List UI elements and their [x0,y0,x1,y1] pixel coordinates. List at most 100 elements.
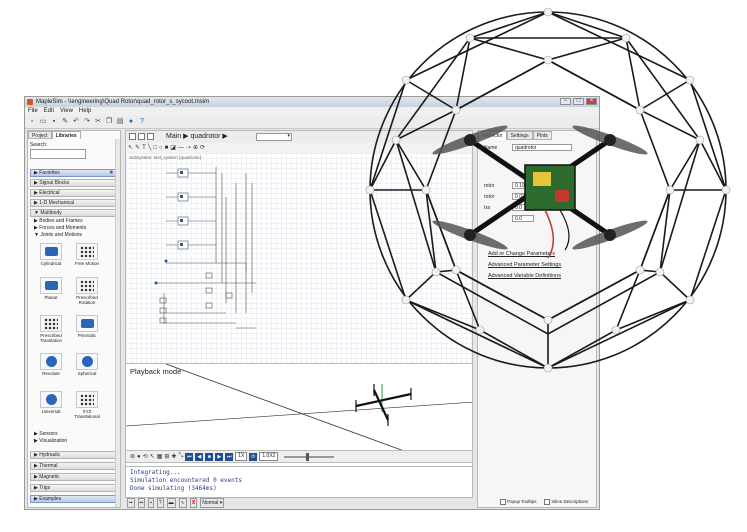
param-field[interactable]: 0.02 [512,193,534,200]
library-scrollbar[interactable] [115,139,120,507]
frame-icon[interactable]: ⊞ [164,453,169,460]
settings-icon[interactable]: ● [127,118,135,126]
inline-descriptions-option[interactable]: Inline Descriptions [544,499,588,505]
category-multibody[interactable]: ▼ Multibody [30,209,118,217]
camera-icon[interactable]: ⊛ [130,453,135,460]
zoom-icon[interactable]: ⊕ [193,144,198,152]
ellipse-tool-icon[interactable]: ○ [159,144,163,152]
tree-item-visualization[interactable]: ▶ Visualization [34,438,67,445]
waveform-icon[interactable]: ∿ [178,498,187,508]
line-tool-icon[interactable]: ╲ [148,144,152,152]
line-style-icon[interactable]: — [178,144,184,152]
tree-item-sensors[interactable]: ▶ Sensors [34,431,58,438]
tree-item-forces-moments[interactable]: ▶ Forces and Moments [34,225,86,232]
clear-icon[interactable]: X [189,498,198,508]
pointer-icon[interactable]: ↖ [128,144,133,152]
tree-item-joints-motions[interactable]: ▼ Joints and Motions [34,232,82,239]
diagram-view-icon[interactable] [129,133,136,140]
text-tool-icon[interactable]: T [142,144,146,152]
skip-back-icon[interactable]: ⏮ [185,452,194,461]
parameter-view-icon[interactable] [138,133,145,140]
copy-icon[interactable]: ❐ [105,118,113,126]
globe-icon[interactable]: ● [137,454,141,460]
subsystem-dropdown[interactable]: ▾ [256,133,292,141]
category-trigs[interactable]: ▶ Trigs [30,484,118,492]
messages-icon[interactable]: ▪▪ [127,498,135,508]
console-icon[interactable]: ▪▪ [137,498,146,508]
rotate-view-icon[interactable]: ⟲ [143,453,148,460]
time-box[interactable]: 1.0X2 [259,452,279,461]
popup-tooltips-option[interactable]: Popup Tooltips [500,499,536,505]
category-electrical[interactable]: ▶ Electrical [30,189,118,197]
menu-help[interactable]: Help [79,107,91,116]
component-prescribed-rotation[interactable]: Prescribed Rotation [72,277,102,305]
step-back-icon[interactable]: ◀ [195,452,204,461]
rectangle-tool-icon[interactable]: □ [153,144,157,152]
component-cylindrical[interactable]: Cylindrical [36,243,66,266]
redo-icon[interactable]: ↷ [83,118,91,126]
tree-item-bodies-frames[interactable]: ▶ Bodies and Frames [34,218,83,225]
slider-thumb[interactable] [306,452,310,461]
tab-project[interactable]: Project [28,131,52,139]
speed-box[interactable]: 1X [235,452,248,461]
param-field[interactable]: 0.19 [512,182,534,189]
axis-icon[interactable]: ✚ [171,453,176,460]
stats-icon[interactable]: ▬ [166,498,176,508]
checkbox[interactable] [500,499,506,505]
undo-icon[interactable]: ↶ [72,118,80,126]
advanced-parameter-link[interactable]: Advanced Parameter Settings [488,262,561,268]
component-prismatic[interactable]: Prismatic [72,315,102,338]
category-hydraulic[interactable]: ▶ Hydraulic [30,451,118,459]
tab-inspector[interactable]: Inspector [478,131,507,140]
stop-icon[interactable]: ■ [205,452,214,461]
checkbox[interactable] [544,499,551,505]
advanced-variable-link[interactable]: Advanced Variable Definitions [488,273,561,279]
view-mode-dropdown[interactable]: Normal ▾ [200,498,225,508]
diagram-canvas[interactable]: Subsystem: test_system (quadrotor) [126,153,472,373]
new-file-icon[interactable]: ▫ [28,118,36,126]
category-favorites[interactable]: ▶ Favorites ★ [30,169,118,177]
paste-icon[interactable]: ▤ [116,118,124,126]
menu-file[interactable]: File [28,107,38,116]
edit-icon[interactable]: ✎ [61,118,69,126]
menu-edit[interactable]: Edit [44,107,54,116]
fill-color-icon[interactable]: ■ [165,144,169,152]
param-field[interactable]: 0.0 [512,215,534,222]
cut-icon[interactable]: ✂ [94,118,102,126]
param-field[interactable]: 0.0 [512,204,534,211]
line-color-icon[interactable]: ◪ [170,144,176,152]
category-magnetic[interactable]: ▶ Magnetic [30,473,118,481]
name-field[interactable]: quadrotor [512,144,572,151]
component-xyz-translational[interactable]: XYZ Translational [72,391,102,419]
tab-plots[interactable]: Plots [532,131,552,140]
component-universal[interactable]: Universal [36,391,66,414]
menu-view[interactable]: View [60,107,73,116]
arrow-style-icon[interactable]: ➝ [186,144,191,152]
maximize-button[interactable]: □ [573,98,584,105]
skip-forward-icon[interactable]: ⏭ [225,452,234,461]
category-1d-mechanical[interactable]: ▶ 1-D Mechanical [30,199,118,207]
pencil-icon[interactable]: ✎ [135,144,140,152]
playback-slider[interactable] [284,452,335,461]
play-icon[interactable]: ▶ [215,452,224,461]
category-examples[interactable]: ▶ Examples [30,495,118,503]
category-thermal[interactable]: ▶ Thermal [30,462,118,470]
category-signal-blocks[interactable]: ▶ Signal Blocks [30,179,118,187]
save-icon[interactable]: ▪ [50,118,58,126]
transform-icon[interactable]: ⤡ [178,453,183,460]
loop-icon[interactable]: ⟳ [249,452,258,461]
component-revolute[interactable]: Revolute [36,353,66,376]
component-free-motion[interactable]: Free Motion [72,243,102,266]
grid-icon[interactable]: ▦ [157,453,163,460]
search-input[interactable] [30,149,86,159]
help-icon[interactable]: ? [156,498,164,508]
component-planar[interactable]: Planar [36,277,66,300]
add-parameters-link[interactable]: Add or Change Parameters [488,251,555,257]
pointer-icon[interactable]: ↖ [150,453,155,460]
rotate-icon[interactable]: ⟳ [200,144,205,152]
help-icon[interactable]: ? [138,118,146,126]
close-button[interactable]: × [586,98,597,105]
tab-settings[interactable]: Settings [506,131,533,140]
tab-libraries[interactable]: Libraries [51,131,81,139]
component-prescribed-translation[interactable]: Prescribed Translation [36,315,66,343]
